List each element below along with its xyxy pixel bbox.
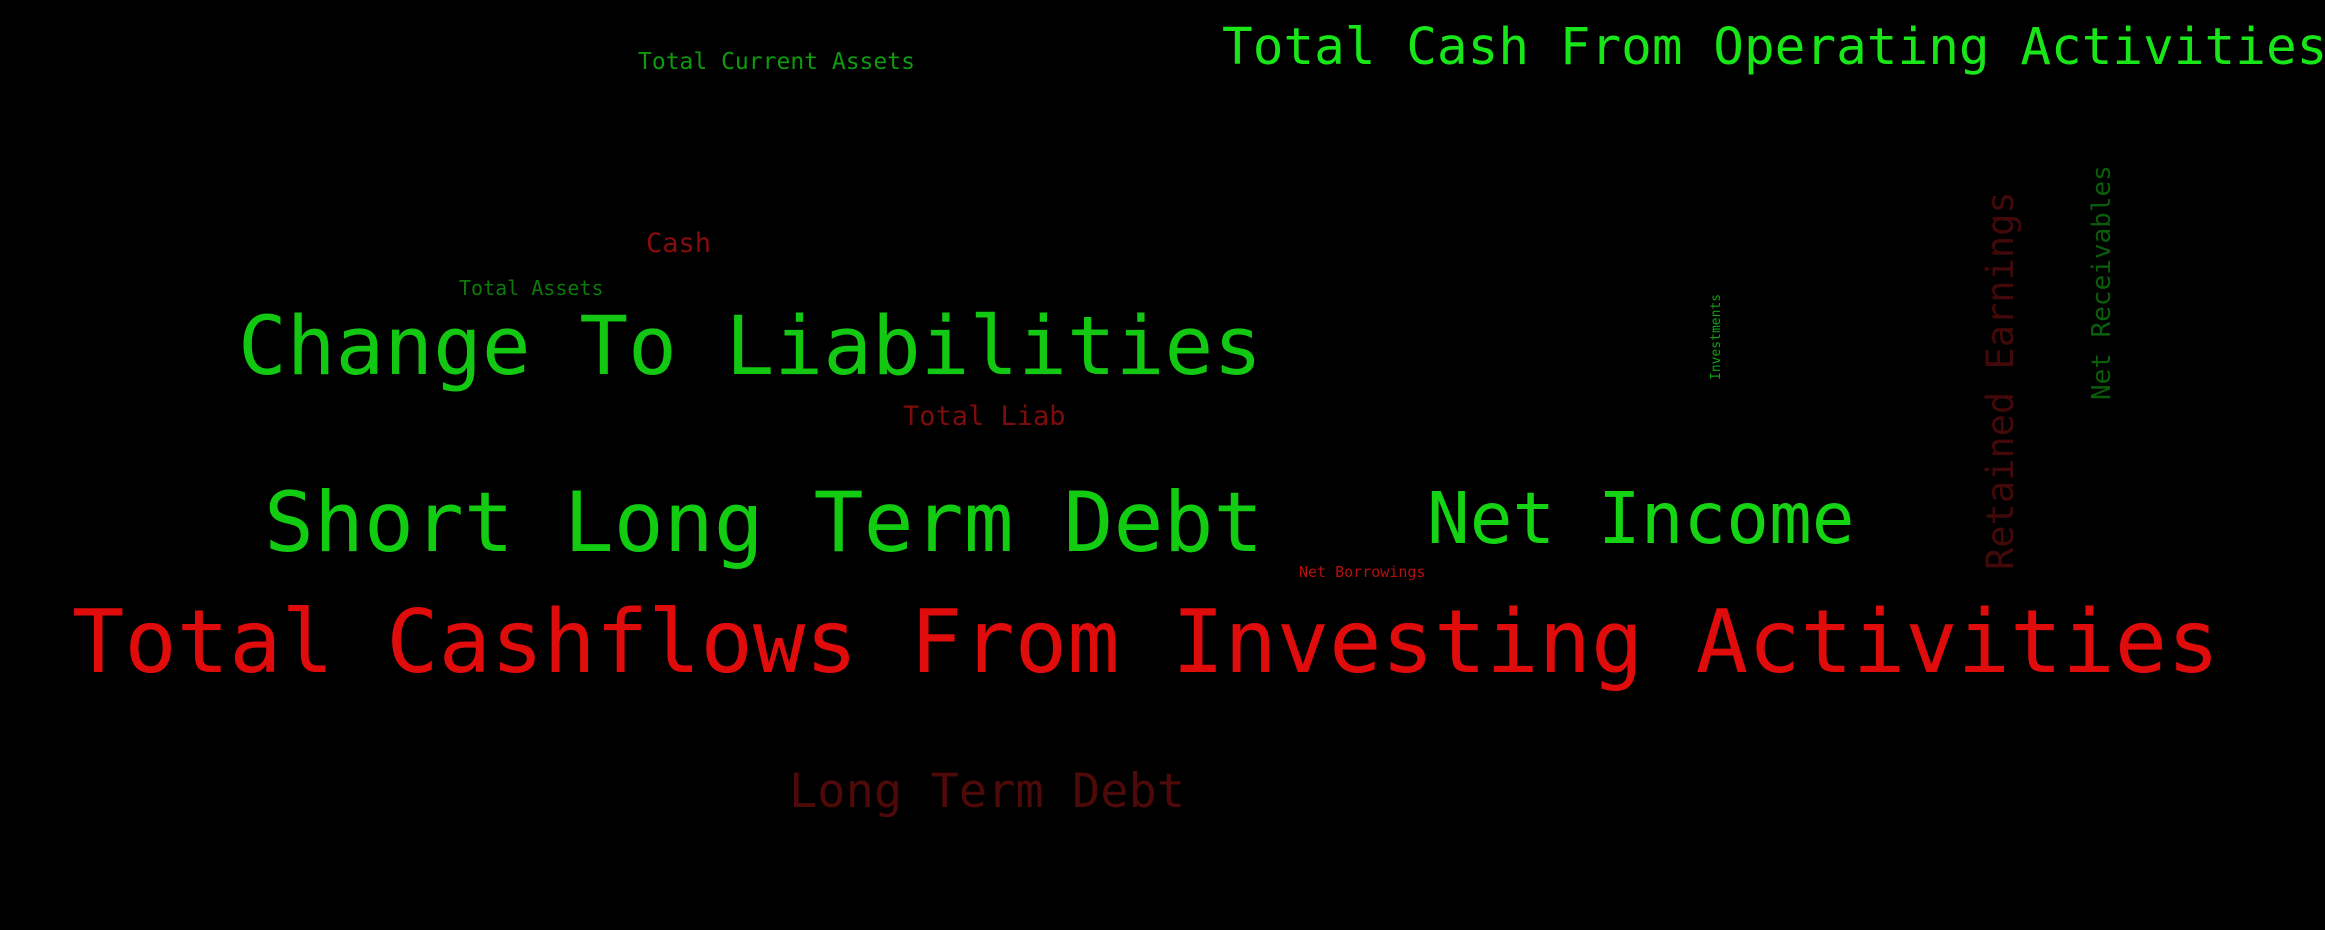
word-total-current-assets: Total Current Assets xyxy=(638,49,915,75)
word-net-receivables: Net Receivables xyxy=(2087,165,2117,400)
word-net-borrowings: Net Borrowings xyxy=(1299,563,1426,581)
word-total-liab: Total Liab xyxy=(903,401,1066,432)
word-total-assets: Total Assets xyxy=(459,276,604,300)
word-cash: Cash xyxy=(646,228,712,259)
word-change-to-liabilities: Change To Liabilities xyxy=(238,300,1263,394)
word-total-cash-from-operating-activities: Total Cash From Operating Activities xyxy=(1222,18,2325,77)
word-short-long-term-debt: Short Long Term Debt xyxy=(264,474,1264,571)
word-cloud: Total Cash From Operating Activities Tot… xyxy=(0,0,2325,930)
word-total-cashflows-from-investing-activities: Total Cashflows From Investing Activitie… xyxy=(72,591,2220,693)
word-net-income: Net Income xyxy=(1427,477,1855,560)
word-retained-earnings: Retained Earnings xyxy=(1979,191,2022,570)
word-investments: Investments xyxy=(1709,293,1724,380)
word-long-term-debt: Long Term Debt xyxy=(789,764,1186,819)
